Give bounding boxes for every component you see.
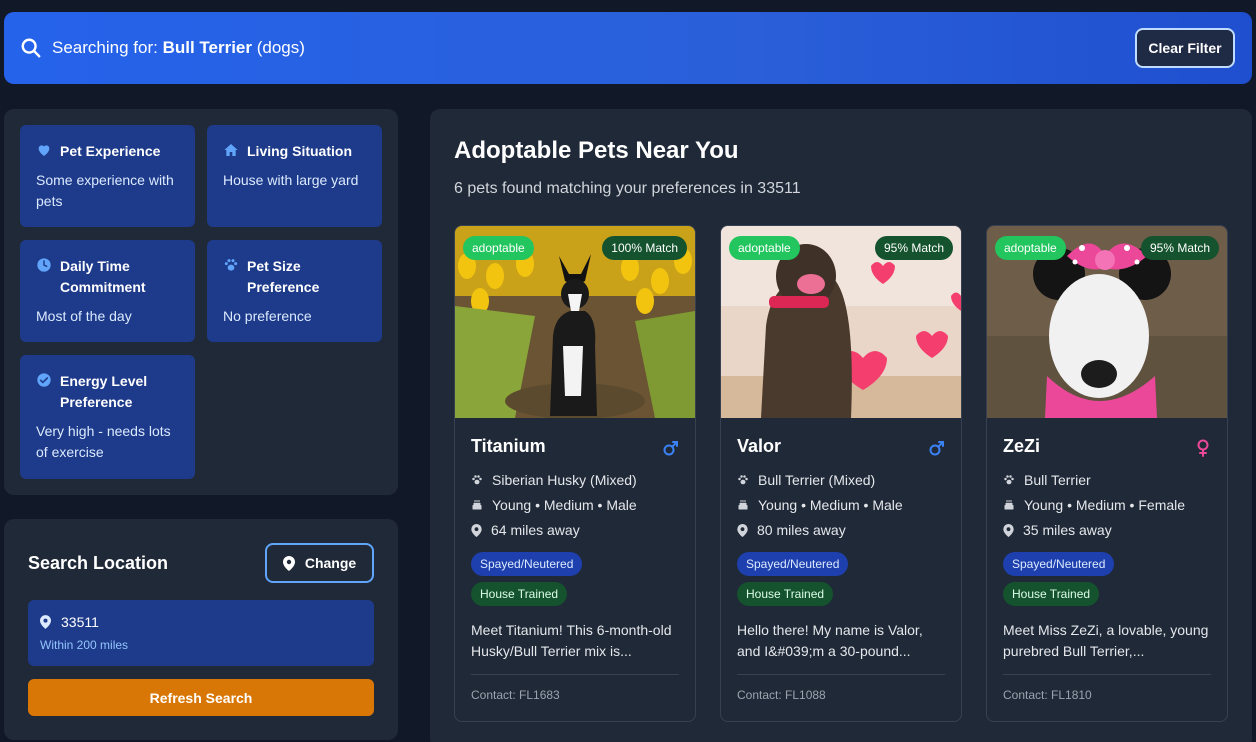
- location-pin-icon: [282, 555, 295, 571]
- spayed-tag: Spayed/Neutered: [1003, 552, 1115, 576]
- page-title: Adoptable Pets Near You: [454, 137, 739, 164]
- spayed-tag: Spayed/Neutered: [737, 552, 849, 576]
- status-badge: adoptable: [463, 236, 534, 260]
- cake-icon: [1004, 500, 1014, 510]
- pet-traits: Young • Medium • Male: [737, 497, 903, 513]
- check-circle-icon: [37, 373, 51, 387]
- pet-breed: Bull Terrier (Mixed): [737, 472, 875, 488]
- home-icon: [224, 144, 238, 156]
- pet-card-titanium[interactable]: adoptable 100% Match Titanium Siberian H…: [454, 225, 696, 722]
- divider: [1003, 674, 1211, 675]
- pref-pet-size: Pet Size Preference No preference: [207, 240, 382, 342]
- location-pin-icon: [471, 523, 482, 537]
- change-location-button[interactable]: Change: [265, 543, 374, 583]
- house-trained-tag: House Trained: [737, 582, 834, 606]
- pet-breed: Bull Terrier: [1003, 472, 1091, 488]
- heart-icon: [38, 145, 50, 156]
- pet-distance: 64 miles away: [471, 522, 580, 538]
- location-summary: 33511 Within 200 miles: [28, 600, 374, 666]
- paw-icon: [738, 475, 748, 485]
- paw-icon: [1004, 475, 1014, 485]
- pet-card-valor[interactable]: adoptable 95% Match Valor Bull Terrier (…: [720, 225, 962, 722]
- pet-name[interactable]: Valor: [737, 436, 781, 457]
- pet-breed: Siberian Husky (Mixed): [471, 472, 637, 488]
- spayed-tag: Spayed/Neutered: [471, 552, 583, 576]
- pet-name[interactable]: Titanium: [471, 436, 546, 457]
- pet-description: Meet Miss ZeZi, a lovable, young purebre…: [1003, 622, 1209, 659]
- pet-distance: 80 miles away: [737, 522, 846, 538]
- match-badge: 95% Match: [1140, 236, 1219, 260]
- divider: [471, 674, 679, 675]
- divider: [737, 674, 945, 675]
- location-pin-icon: [1003, 523, 1014, 537]
- location-radius: Within 200 miles: [40, 638, 129, 652]
- pet-traits: Young • Medium • Female: [1003, 497, 1185, 513]
- pref-pet-experience: Pet Experience Some experience with pets: [20, 125, 195, 227]
- pet-contact: Contact: FL1810: [1003, 688, 1092, 702]
- male-icon: [929, 441, 944, 456]
- status-badge: adoptable: [995, 236, 1066, 260]
- pet-card-zezi[interactable]: adoptable 95% Match ZeZi Bull Terrier Yo…: [986, 225, 1228, 722]
- search-query: Searching for: Bull Terrier (dogs): [52, 38, 305, 57]
- location-pin-icon: [737, 523, 748, 537]
- pref-energy-level: Energy Level Preference Very high - need…: [20, 355, 195, 479]
- pet-distance: 35 miles away: [1003, 522, 1112, 538]
- house-trained-tag: House Trained: [1003, 582, 1100, 606]
- paw-icon: [472, 475, 482, 485]
- cake-icon: [472, 500, 482, 510]
- search-icon: [21, 38, 41, 58]
- results-panel: Adoptable Pets Near You 6 pets found mat…: [430, 109, 1252, 742]
- pet-contact: Contact: FL1088: [737, 688, 826, 702]
- cake-icon: [738, 500, 748, 510]
- location-title: Search Location: [28, 553, 169, 573]
- pet-description: Hello there! My name is Valor, and I&#03…: [737, 622, 923, 659]
- match-badge: 95% Match: [874, 236, 953, 260]
- house-trained-tag: House Trained: [471, 582, 568, 606]
- male-icon: [663, 441, 678, 456]
- pet-description: Meet Titanium! This 6-month-old Husky/Bu…: [471, 622, 672, 659]
- location-zip: 33511: [61, 614, 99, 630]
- pet-traits: Young • Medium • Male: [471, 497, 637, 513]
- clear-filter-button[interactable]: Clear Filter: [1135, 28, 1235, 68]
- refresh-search-button[interactable]: Refresh Search: [28, 679, 374, 716]
- pet-contact: Contact: FL1683: [471, 688, 560, 702]
- preferences-panel: Pet Experience Some experience with pets…: [4, 109, 398, 495]
- match-badge: 100% Match: [602, 236, 687, 260]
- pet-name[interactable]: ZeZi: [1003, 436, 1040, 457]
- search-banner: Searching for: Bull Terrier (dogs) Clear…: [4, 12, 1252, 84]
- results-count: 6 pets found matching your preferences i…: [454, 180, 801, 197]
- search-breed: Bull Terrier: [162, 38, 252, 57]
- paw-icon: [224, 259, 238, 271]
- pref-living-situation: Living Situation House with large yard: [207, 125, 382, 227]
- location-pin-icon: [40, 615, 51, 629]
- pref-daily-time: Daily Time Commitment Most of the day: [20, 240, 195, 342]
- female-icon: [1197, 439, 1209, 457]
- status-badge: adoptable: [729, 236, 800, 260]
- clock-icon: [37, 258, 51, 272]
- search-location-panel: Search Location Change 33511 Within 200 …: [4, 519, 398, 740]
